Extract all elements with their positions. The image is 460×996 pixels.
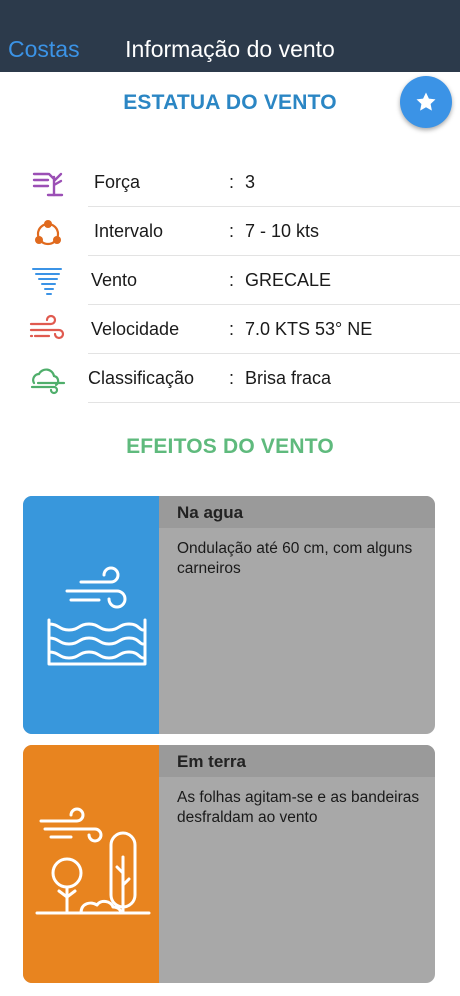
colon: : [229, 221, 235, 241]
beaufort-tree-icon [32, 172, 64, 197]
colon: : [229, 172, 235, 192]
wind-range-row: Intervalo : 7 - 10 kts [0, 207, 460, 256]
colon: : [229, 319, 235, 339]
speed-label: Velocidade [91, 319, 180, 339]
wind-effects-title: EFEITOS DO VENTO [126, 435, 334, 458]
tornado-icon [32, 268, 62, 295]
cloud-wind-icon [30, 368, 66, 395]
classification-label: Classificação [88, 368, 195, 388]
favorite-button[interactable] [400, 76, 452, 128]
colon: : [229, 270, 235, 290]
force-label: Força [94, 172, 141, 192]
effect-card-text: As folhas agitam-se e as bandeiras desfr… [177, 789, 420, 826]
range-nodes-icon [35, 220, 61, 246]
wind-force-row: Força : 3 [0, 158, 460, 207]
range-value: 7 - 10 kts [245, 221, 320, 241]
wind-over-waves-icon [47, 566, 147, 666]
wind-trees-icon [35, 807, 151, 915]
wind-classification-row: Classificação : Brisa fraca [0, 354, 460, 403]
page-title: Informação do vento [125, 36, 335, 62]
star-icon [416, 92, 436, 111]
effect-card-panel [23, 496, 159, 734]
effect-card-panel [23, 745, 159, 983]
range-label: Intervalo [94, 221, 164, 241]
colon: : [229, 368, 235, 388]
navigation-bar: Costas Informação do vento [0, 0, 460, 72]
speed-value: 7.0 KTS 53° NE [245, 319, 373, 339]
wind-speed-row: Velocidade : 7.0 KTS 53° NE [0, 305, 460, 354]
wind-name-row: Vento : GRECALE [0, 256, 460, 305]
wind-speed-icon [29, 314, 65, 340]
effect-card-heading: Em terra [159, 745, 435, 777]
effect-card-water: Na agua Ondulação até 60 cm, com alguns … [23, 496, 435, 734]
classification-value: Brisa fraca [245, 368, 332, 388]
wind-label: Vento [91, 270, 138, 290]
force-value: 3 [245, 172, 256, 192]
effect-card-land: Em terra As folhas agitam-se e as bandei… [23, 745, 435, 983]
divider [88, 402, 460, 403]
effect-card-text: Ondulação até 60 cm, com alguns carneiro… [177, 540, 413, 577]
wind-status-title: ESTATUA DO VENTO [123, 91, 337, 114]
wind-value: GRECALE [245, 270, 332, 290]
effect-card-heading: Na agua [159, 496, 435, 528]
